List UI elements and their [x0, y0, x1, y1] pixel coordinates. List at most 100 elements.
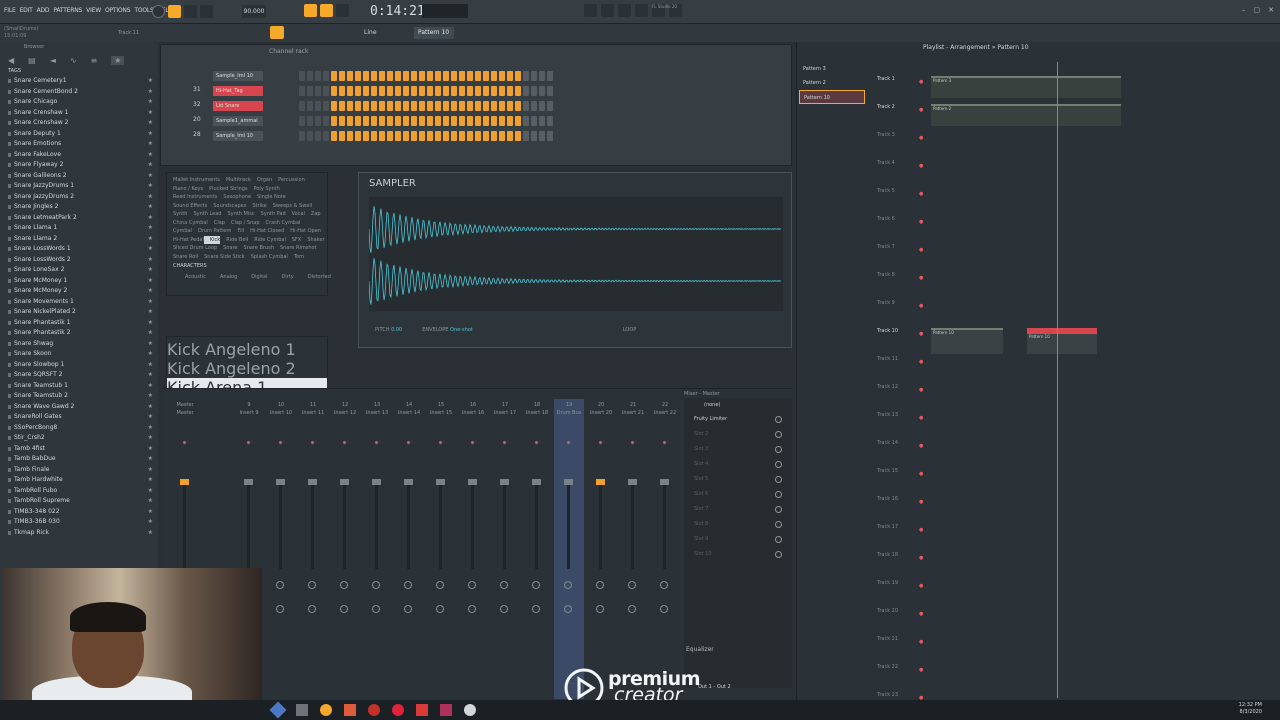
- track-header[interactable]: Track 17 ●: [873, 522, 931, 550]
- track-header[interactable]: Track 11 ●: [873, 354, 931, 382]
- star-icon[interactable]: ★: [148, 507, 153, 518]
- step-button[interactable]: [443, 101, 449, 111]
- category-item[interactable]: Soundscapes: [207, 202, 246, 211]
- fader-cap[interactable]: [180, 479, 189, 485]
- star-icon[interactable]: ★: [148, 412, 153, 423]
- clip-pattern-3[interactable]: Pattern 3: [931, 76, 1121, 98]
- result-item[interactable]: Kick Angeleno 2: [167, 359, 327, 378]
- category-item[interactable]: Single Note: [251, 193, 286, 202]
- volume-fader[interactable]: [436, 479, 445, 569]
- step-button[interactable]: [499, 131, 505, 141]
- star-icon[interactable]: ★: [148, 423, 153, 434]
- star-icon[interactable]: ★: [148, 454, 153, 465]
- step-button[interactable]: [411, 71, 417, 81]
- mixer-strip[interactable]: 10 Insert 10: [266, 399, 296, 699]
- browser-item[interactable]: Snare FakeLove ★: [0, 150, 158, 161]
- stereo-knob[interactable]: [564, 605, 572, 613]
- step-button[interactable]: [459, 131, 465, 141]
- pan-knob[interactable]: [596, 581, 604, 589]
- track-mute-icon[interactable]: ●: [919, 637, 923, 647]
- step-button[interactable]: [307, 116, 313, 126]
- fader-cap[interactable]: [372, 479, 381, 485]
- mute-indicator[interactable]: [663, 441, 666, 444]
- category-item[interactable]: Snare Roll: [167, 253, 198, 262]
- step-button[interactable]: [467, 131, 473, 141]
- slot-knob-icon[interactable]: [775, 551, 782, 558]
- step-button[interactable]: [323, 86, 329, 96]
- step-button[interactable]: [299, 71, 305, 81]
- mute-indicator[interactable]: [247, 441, 250, 444]
- minimize-icon[interactable]: –: [1242, 6, 1246, 14]
- browser-item[interactable]: Snare LoneSax 2 ★: [0, 265, 158, 276]
- step-button[interactable]: [331, 101, 337, 111]
- step-button[interactable]: [547, 116, 553, 126]
- clip-pattern-10b[interactable]: Pattern 10: [1027, 328, 1097, 354]
- metronome-button[interactable]: [304, 4, 317, 17]
- mute-indicator[interactable]: [631, 441, 634, 444]
- step-button[interactable]: [363, 86, 369, 96]
- star-icon[interactable]: ★: [148, 192, 153, 203]
- category-item[interactable]: Ride Bell: [220, 236, 248, 245]
- volume-fader[interactable]: [532, 479, 541, 569]
- star-icon[interactable]: ★: [148, 255, 153, 266]
- step-button[interactable]: [531, 131, 537, 141]
- star-icon[interactable]: ★: [148, 517, 153, 528]
- browser-item[interactable]: Snare Skoon ★: [0, 349, 158, 360]
- mixer-icon[interactable]: [635, 4, 648, 17]
- pan-knob[interactable]: [372, 581, 380, 589]
- step-button[interactable]: [379, 71, 385, 81]
- step-button[interactable]: [483, 116, 489, 126]
- mixer-strip[interactable]: 20 Insert 20: [586, 399, 616, 699]
- step-button[interactable]: [419, 116, 425, 126]
- step-button[interactable]: [475, 131, 481, 141]
- step-button[interactable]: [307, 101, 313, 111]
- track-mute-icon[interactable]: ●: [919, 497, 923, 507]
- star-icon[interactable]: ★: [148, 118, 153, 129]
- browser-item[interactable]: Snare JazzyDrums 2 ★: [0, 192, 158, 203]
- mute-indicator[interactable]: [343, 441, 346, 444]
- output-selector[interactable]: Out 1 - Out 2: [698, 684, 731, 690]
- step-button[interactable]: [299, 131, 305, 141]
- step-button[interactable]: [355, 131, 361, 141]
- track-header[interactable]: Track 1 ●: [873, 74, 931, 102]
- browser-item[interactable]: Stir_Crsh2 ★: [0, 433, 158, 444]
- track-header[interactable]: Track 22 ●: [873, 662, 931, 690]
- step-button[interactable]: [395, 71, 401, 81]
- track-header[interactable]: Track 3 ●: [873, 130, 931, 158]
- track-header[interactable]: Track 7 ●: [873, 242, 931, 270]
- stereo-knob[interactable]: [468, 605, 476, 613]
- star-icon[interactable]: ★: [148, 202, 153, 213]
- track-mute-icon[interactable]: ●: [919, 385, 923, 395]
- track-mute-icon[interactable]: ●: [919, 469, 923, 479]
- browser-item[interactable]: Tamb BabDue ★: [0, 454, 158, 465]
- category-item[interactable]: Synth Pad: [255, 210, 286, 219]
- track-mute-icon[interactable]: ●: [919, 217, 923, 227]
- stereo-knob[interactable]: [404, 605, 412, 613]
- wave-icon[interactable]: ∿: [70, 56, 77, 65]
- track-header[interactable]: Track 6 ●: [873, 214, 931, 242]
- slot-knob-icon[interactable]: [775, 506, 782, 513]
- browser-item[interactable]: TambRoll Supreme ★: [0, 496, 158, 507]
- star-icon[interactable]: ★: [148, 318, 153, 329]
- app-icon[interactable]: [368, 704, 380, 716]
- app-icon[interactable]: [392, 704, 404, 716]
- mute-indicator[interactable]: [567, 441, 570, 444]
- effect-slot[interactable]: Slot 10: [684, 547, 792, 562]
- category-item[interactable]: China Cymbal: [167, 219, 208, 228]
- browser-item[interactable]: Snare LossWords 1 ★: [0, 244, 158, 255]
- volume-fader[interactable]: [660, 479, 669, 569]
- volume-fader[interactable]: [180, 479, 189, 569]
- step-button[interactable]: [547, 131, 553, 141]
- category-item[interactable]: Poly Synth: [248, 185, 280, 194]
- step-button[interactable]: [507, 71, 513, 81]
- fader-cap[interactable]: [532, 479, 541, 485]
- step-button[interactable]: [379, 131, 385, 141]
- step-button[interactable]: [427, 116, 433, 126]
- browser-item[interactable]: Tamb Finale ★: [0, 465, 158, 476]
- volume-fader[interactable]: [628, 479, 637, 569]
- volume-fader[interactable]: [468, 479, 477, 569]
- star-icon[interactable]: ★: [148, 391, 153, 402]
- stereo-knob[interactable]: [276, 605, 284, 613]
- browser-item[interactable]: Snare CementBond 2 ★: [0, 87, 158, 98]
- star-icon[interactable]: ★: [148, 150, 153, 161]
